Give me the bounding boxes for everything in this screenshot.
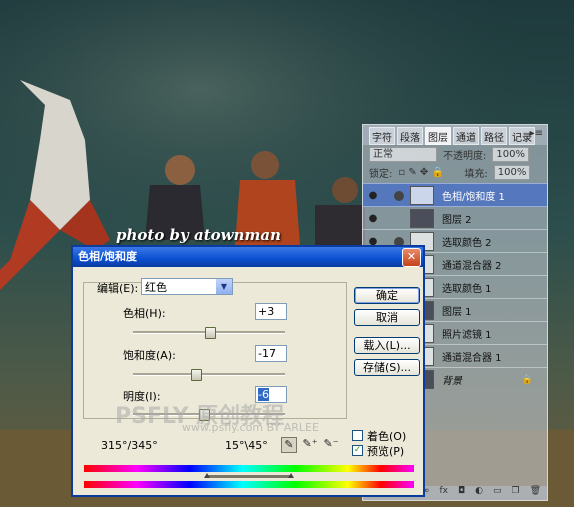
colorize-checkbox[interactable] [352,430,363,441]
new-layer-icon[interactable]: ❐ [511,486,519,500]
opacity-input[interactable]: 100% [492,146,529,162]
edit-select[interactable]: 红色 ▼ [141,278,233,295]
load-button[interactable]: 载入(L)... [354,337,420,354]
tab-channels[interactable]: 通道 [453,127,479,145]
layer-row[interactable]: ● 色相/饱和度 1 [363,183,547,207]
layer-name: 通道混合器 1 [442,353,502,364]
layer-name: 照片滤镜 1 [442,330,492,341]
blend-mode-select[interactable]: 正常 [369,146,437,162]
layer-name: 背景 [442,376,462,387]
layer-style-icon[interactable]: fx [439,486,448,500]
layer-thumbnail [410,209,434,228]
layer-name: 图层 1 [442,307,472,318]
eye-icon[interactable]: ● [366,213,380,224]
lock-row: 锁定: ▫ ✎ ✥ 🔒 填充: 100% [363,163,547,181]
eye-icon[interactable]: ● [366,190,380,201]
lock-icons[interactable]: ▫ ✎ ✥ 🔒 [398,167,458,178]
input-color-bar [84,465,414,472]
saturation-slider-handle[interactable] [191,369,203,381]
new-adjustment-icon[interactable]: ◐ [475,486,483,500]
range-bar[interactable] [207,475,291,478]
add-mask-icon[interactable]: ◘ [458,486,465,500]
hue-input[interactable]: +3 [255,303,287,320]
adjustment-layer-icon [394,190,404,201]
save-button[interactable]: 存储(S)... [354,359,420,376]
tab-character[interactable]: 字符 [369,127,395,145]
layer-name: 选取颜色 2 [442,238,492,249]
tab-paths[interactable]: 路径 [481,127,507,145]
range-handle-left[interactable] [204,473,210,478]
fill-input[interactable]: 100% [493,164,531,180]
watermark-author: BY ARLEE [266,421,319,434]
layer-mask-thumbnail [410,186,434,205]
hue-label: 色相(H): [123,307,166,320]
trash-icon[interactable]: 🗑 [530,486,541,500]
watermark-url-text: www.psfly.com [182,421,264,434]
layer-name: 选取颜色 1 [442,284,492,295]
tab-layers[interactable]: 图层 [425,127,451,145]
photo-caption: photo by atownman [116,226,281,244]
edit-label: 编辑(E): [97,282,139,295]
layer-name: 色相/饱和度 1 [442,192,505,203]
ok-button[interactable]: 确定 [354,287,420,304]
eyedropper-plus-icon[interactable]: ✎⁺ [302,437,318,453]
range-handle-right[interactable] [288,473,294,478]
chevron-down-icon[interactable]: ▼ [216,279,232,294]
range-right-readout: 15°\45° [225,439,268,452]
lock-label: 锁定: [369,168,393,180]
close-icon[interactable]: ✕ [402,248,421,267]
opacity-label: 不透明度: [443,150,487,162]
eyedropper-minus-icon[interactable]: ✎⁻ [323,437,339,453]
panel-menu-icon[interactable]: ▸≡ [530,128,543,139]
saturation-slider-track[interactable] [133,373,285,376]
eyedropper-icon[interactable]: ✎ [281,437,297,453]
colorize-label: 着色(O) [367,430,407,443]
dialog-title: 色相/饱和度 [78,250,138,263]
lock-icon: 🔒 [521,374,533,385]
fill-label: 填充: [464,168,488,180]
tab-paragraph[interactable]: 段落 [397,127,423,145]
layer-name: 图层 2 [442,215,472,226]
watermark-url: www.psfly.com BY ARLEE [182,421,319,434]
preview-checkbox[interactable]: ✓ [352,445,363,456]
range-left-readout: 315°/345° [101,439,158,452]
layer-row[interactable]: ● 图层 2 [363,206,547,230]
preview-label: 预览(P) [367,445,405,458]
saturation-label: 饱和度(A): [123,349,176,362]
edit-select-value: 红色 [145,281,167,294]
hue-saturation-dialog: 色相/饱和度 ✕ 编辑(E): 红色 ▼ 色相(H): +3 饱和度(A): -… [71,245,425,497]
layers-panel-tabs: 字符 段落 图层 通道 路径 记录 [363,125,547,145]
new-group-icon[interactable]: ▭ [493,486,502,500]
cancel-button[interactable]: 取消 [354,309,420,326]
output-color-bar [84,481,414,488]
saturation-input[interactable]: -17 [255,345,287,362]
dialog-titlebar[interactable]: 色相/饱和度 ✕ [73,247,423,267]
blend-row: 正常 不透明度: 100% [363,145,547,163]
hue-slider-handle[interactable] [205,327,217,339]
layer-name: 通道混合器 2 [442,261,502,272]
